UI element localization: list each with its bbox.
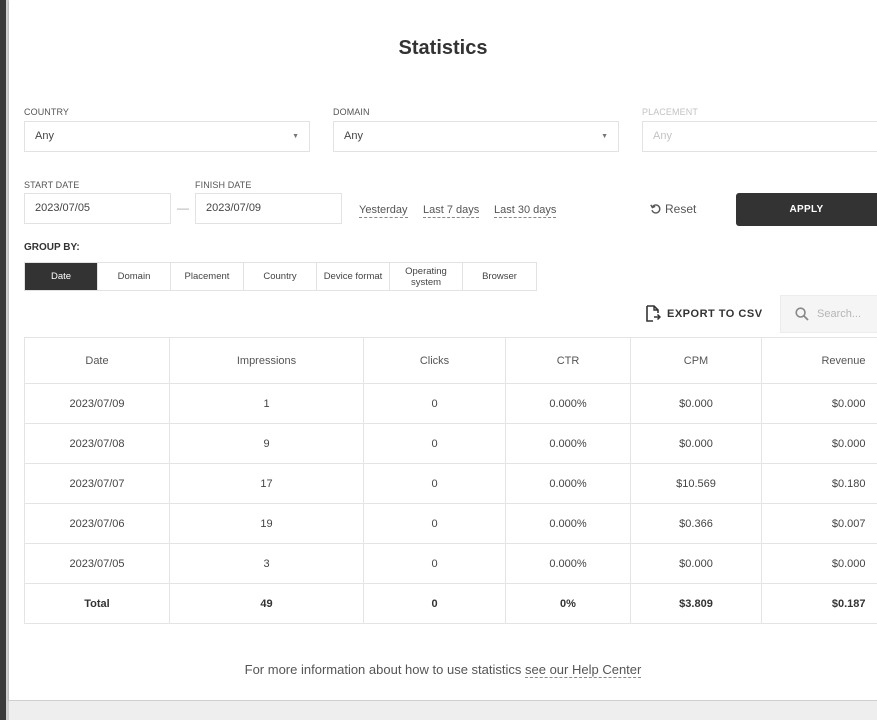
apply-button[interactable]: APPLY [736, 193, 877, 226]
help-center-link[interactable]: see our Help Center [525, 662, 642, 678]
finish-date-input[interactable]: 2023/07/09 [195, 193, 342, 224]
cell-impressions: 3 [169, 543, 364, 584]
search-input[interactable]: Search... [817, 308, 861, 320]
cell-revenue: $0.007 [761, 503, 877, 544]
help-footer: For more information about how to use st… [9, 662, 877, 678]
cell-impressions: 9 [169, 423, 364, 464]
table-row: 2023/07/09 1 0 0.000% $0.000 $0.000 [24, 383, 877, 424]
cell-impressions: 17 [169, 463, 364, 504]
group-by-tabs: Date Domain Placement Country Device for… [24, 262, 537, 291]
tab-domain[interactable]: Domain [98, 263, 171, 290]
column-header-revenue[interactable]: Revenue [761, 337, 877, 384]
domain-select-value: Any [344, 130, 363, 142]
window-edge [0, 0, 9, 720]
tab-operating-system[interactable]: Operating system [390, 263, 463, 290]
cell-date: 2023/07/07 [24, 463, 170, 504]
table-header-row: Date Impressions Clicks CTR CPM Revenue [24, 337, 877, 384]
cell-date: 2023/07/06 [24, 503, 170, 544]
cell-ctr: 0.000% [505, 543, 631, 584]
export-csv-button[interactable]: EXPORT TO CSV [645, 305, 763, 322]
caret-down-icon: ▼ [292, 133, 299, 140]
table-row: 2023/07/05 3 0 0.000% $0.000 $0.000 [24, 543, 877, 584]
cell-clicks: 0 [363, 463, 506, 504]
search-icon [795, 307, 809, 321]
column-header-date[interactable]: Date [24, 337, 170, 384]
finish-date-label: FINISH DATE [195, 180, 252, 190]
country-select-value: Any [35, 130, 54, 142]
cell-cpm: $0.366 [630, 503, 762, 544]
group-by-label: GROUP BY: [24, 242, 80, 253]
tab-placement[interactable]: Placement [171, 263, 244, 290]
statistics-panel: Statistics COUNTRY Any ▼ DOMAIN Any ▼ PL… [9, 0, 877, 700]
start-date-label: START DATE [24, 180, 80, 190]
tab-country[interactable]: Country [244, 263, 317, 290]
cell-impressions: 19 [169, 503, 364, 544]
country-label: COUNTRY [24, 107, 70, 117]
column-header-ctr[interactable]: CTR [505, 337, 631, 384]
reset-label: Reset [665, 202, 697, 216]
column-header-clicks[interactable]: Clicks [363, 337, 506, 384]
cell-clicks: 0 [363, 503, 506, 544]
cell-date: 2023/07/05 [24, 543, 170, 584]
country-select[interactable]: Any ▼ [24, 121, 310, 152]
cell-clicks: 0 [363, 423, 506, 464]
total-ctr: 0% [505, 583, 631, 624]
search-box[interactable]: Search... [780, 295, 877, 333]
quick-range-yesterday[interactable]: Yesterday [359, 204, 408, 218]
domain-select[interactable]: Any ▼ [333, 121, 619, 152]
total-cpm: $3.809 [630, 583, 762, 624]
column-header-cpm[interactable]: CPM [630, 337, 762, 384]
table-row: 2023/07/08 9 0 0.000% $0.000 $0.000 [24, 423, 877, 464]
export-csv-label: EXPORT TO CSV [667, 307, 763, 320]
statistics-table: Date Impressions Clicks CTR CPM Revenue … [24, 337, 877, 624]
placement-select[interactable]: Any [642, 121, 877, 152]
total-impressions: 49 [169, 583, 364, 624]
cell-revenue: $0.000 [761, 423, 877, 464]
quick-range-last-30-days[interactable]: Last 30 days [494, 204, 557, 218]
cell-cpm: $0.000 [630, 383, 762, 424]
export-file-icon [646, 305, 661, 322]
reset-icon [650, 204, 661, 214]
date-range-separator: — [177, 201, 189, 215]
cell-date: 2023/07/09 [24, 383, 170, 424]
start-date-input[interactable]: 2023/07/05 [24, 193, 171, 224]
cell-date: 2023/07/08 [24, 423, 170, 464]
table-row: 2023/07/06 19 0 0.000% $0.366 $0.007 [24, 503, 877, 544]
tab-device-format[interactable]: Device format [317, 263, 390, 290]
cell-ctr: 0.000% [505, 423, 631, 464]
placement-label: PLACEMENT [642, 107, 698, 117]
table-row: 2023/07/07 17 0 0.000% $10.569 $0.180 [24, 463, 877, 504]
cell-impressions: 1 [169, 383, 364, 424]
page-title: Statistics [398, 37, 488, 59]
cell-clicks: 0 [363, 383, 506, 424]
domain-label: DOMAIN [333, 107, 370, 117]
tab-date[interactable]: Date [25, 263, 98, 290]
cell-clicks: 0 [363, 543, 506, 584]
table-total-row: Total 49 0 0% $3.809 $0.187 [24, 583, 877, 624]
cell-revenue: $0.000 [761, 543, 877, 584]
placement-select-placeholder: Any [653, 130, 672, 142]
cell-ctr: 0.000% [505, 383, 631, 424]
cell-revenue: $0.000 [761, 383, 877, 424]
help-text: For more information about how to use st… [244, 662, 525, 677]
column-header-impressions[interactable]: Impressions [169, 337, 364, 384]
total-clicks: 0 [363, 583, 506, 624]
quick-range-last-7-days[interactable]: Last 7 days [423, 204, 480, 218]
cell-cpm: $10.569 [630, 463, 762, 504]
cell-revenue: $0.180 [761, 463, 877, 504]
total-label: Total [24, 583, 170, 624]
reset-button[interactable]: Reset [650, 202, 696, 216]
total-revenue: $0.187 [761, 583, 877, 624]
cell-cpm: $0.000 [630, 423, 762, 464]
cell-cpm: $0.000 [630, 543, 762, 584]
cell-ctr: 0.000% [505, 463, 631, 504]
tab-browser[interactable]: Browser [463, 263, 536, 290]
caret-down-icon: ▼ [601, 133, 608, 140]
bottom-bar [9, 700, 877, 720]
cell-ctr: 0.000% [505, 503, 631, 544]
